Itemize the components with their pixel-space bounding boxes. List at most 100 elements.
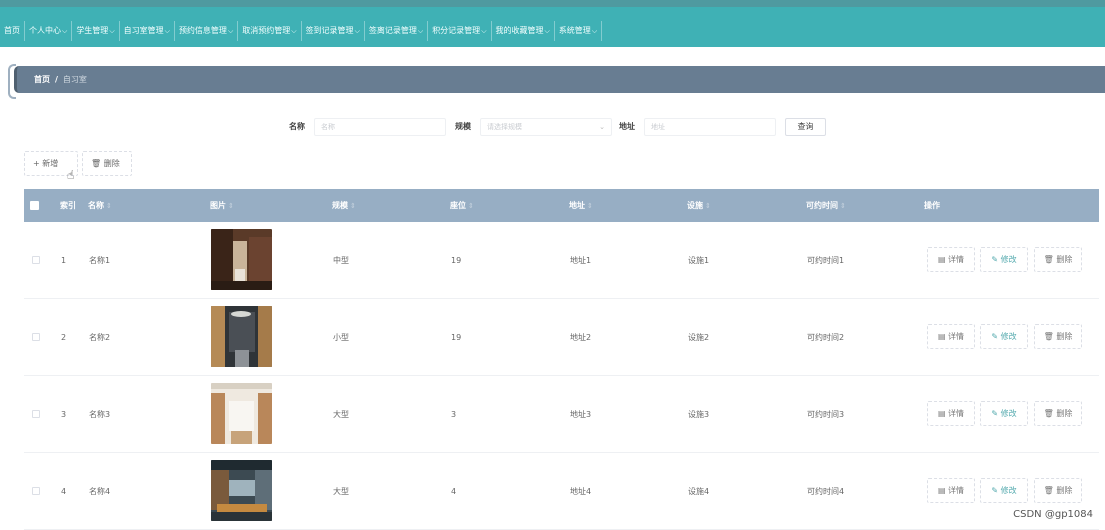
top-navbar: 首页 个人中心⌵ 学生管理⌵ 自习室管理⌵ 预约信息管理⌵ 取消预约管理⌵ 签到… xyxy=(0,0,1105,47)
edit-button[interactable]: ✎ 修改 xyxy=(980,324,1028,349)
document-icon: ▤ xyxy=(937,255,949,264)
col-image[interactable]: 图片 ⇕ xyxy=(210,189,234,222)
col-facilities-label: 设施 xyxy=(687,201,703,210)
detail-button[interactable]: ▤ 详情 xyxy=(927,401,975,426)
study-room-photo-3 xyxy=(211,383,272,444)
document-icon: ▤ xyxy=(937,409,949,418)
pencil-icon: ✎ xyxy=(991,409,1001,418)
nav-item-checkout-management[interactable]: 签离记录管理⌵ xyxy=(365,21,429,41)
cell-time: 可约时间1 xyxy=(807,256,845,265)
table-row: 3 名称3 大型 3 地址3 设施3 可约时间3 ▤ 详情 ✎ 修改 🗑 删除 xyxy=(24,376,1099,453)
scale-select[interactable]: 请选择规模 ⌄ xyxy=(480,118,612,136)
cell-index: 2 xyxy=(61,333,67,342)
nav-item-favorites-management[interactable]: 我的收藏管理⌵ xyxy=(492,21,555,41)
col-scale-label: 规模 xyxy=(332,201,348,210)
pencil-icon: ✎ xyxy=(991,255,1001,264)
nav-item-reservation-management[interactable]: 预约信息管理⌵ xyxy=(175,21,239,41)
row-checkbox[interactable] xyxy=(32,410,40,418)
col-address-label: 地址 xyxy=(569,201,585,210)
cell-seats: 19 xyxy=(451,256,462,265)
sort-icon: ⇕ xyxy=(587,202,593,210)
edit-button[interactable]: ✎ 修改 xyxy=(980,247,1028,272)
sort-icon: ⇕ xyxy=(350,202,356,210)
detail-label: 详情 xyxy=(948,409,965,418)
col-name[interactable]: 名称 ⇕ xyxy=(88,189,112,222)
nav-label: 首页 xyxy=(4,26,20,35)
cell-name: 名称4 xyxy=(89,487,111,496)
breadcrumb-home[interactable]: 首页 xyxy=(34,75,50,84)
study-room-photo-2 xyxy=(211,306,272,367)
table-header: 索引 名称 ⇕ 图片 ⇕ 规模 ⇕ 座位 ⇕ 地址 ⇕ 设施 ⇕ 可约时间 ⇕ 操作 xyxy=(24,189,1099,222)
nav-item-checkin-management[interactable]: 签到记录管理⌵ xyxy=(302,21,365,41)
sort-icon: ⇕ xyxy=(840,202,846,210)
cell-scale: 中型 xyxy=(333,256,349,265)
trash-icon: 🗑 xyxy=(1043,255,1057,264)
pencil-icon: ✎ xyxy=(991,486,1001,495)
col-time[interactable]: 可约时间 ⇕ xyxy=(806,189,846,222)
room-photo xyxy=(211,229,272,290)
cell-seats: 3 xyxy=(451,410,457,419)
col-scale[interactable]: 规模 ⇕ xyxy=(332,189,356,222)
delete-button[interactable]: 🗑 删除 xyxy=(1034,401,1082,426)
row-checkbox[interactable] xyxy=(32,256,40,264)
nav-item-system-management[interactable]: 系统管理⌵ xyxy=(555,21,603,41)
cell-seats: 4 xyxy=(451,487,457,496)
study-room-photo-4 xyxy=(211,460,272,521)
query-button[interactable]: 查询 xyxy=(785,118,826,136)
col-address[interactable]: 地址 ⇕ xyxy=(569,189,593,222)
nav-item-student-management[interactable]: 学生管理⌵ xyxy=(72,21,120,41)
hand-cursor-icon: ☝ xyxy=(67,168,75,182)
nav-label: 自习室管理 xyxy=(123,26,164,35)
edit-button[interactable]: ✎ 修改 xyxy=(980,478,1028,503)
room-photo xyxy=(211,383,272,444)
delete-label: 删除 xyxy=(1056,255,1073,264)
nav-label: 签到记录管理 xyxy=(305,26,354,35)
nav-item-home[interactable]: 首页 xyxy=(0,21,25,41)
room-photo xyxy=(211,460,272,521)
edit-label: 修改 xyxy=(1000,486,1017,495)
row-checkbox[interactable] xyxy=(32,333,40,341)
col-index-label: 索引 xyxy=(60,201,76,210)
table-row: 4 名称4 大型 4 地址4 设施4 可约时间4 ▤ 详情 ✎ 修改 🗑 删除 xyxy=(24,453,1099,530)
detail-button[interactable]: ▤ 详情 xyxy=(927,478,975,503)
detail-button[interactable]: ▤ 详情 xyxy=(927,247,975,272)
sort-icon: ⇕ xyxy=(228,202,234,210)
sort-icon: ⇕ xyxy=(106,202,112,210)
edit-button[interactable]: ✎ 修改 xyxy=(980,401,1028,426)
sort-icon: ⇕ xyxy=(705,202,711,210)
detail-button[interactable]: ▤ 详情 xyxy=(927,324,975,349)
cell-facilities: 设施1 xyxy=(688,256,710,265)
col-seats[interactable]: 座位 ⇕ xyxy=(450,189,474,222)
row-checkbox[interactable] xyxy=(32,487,40,495)
nav-item-study-room-management[interactable]: 自习室管理⌵ xyxy=(120,21,175,41)
col-facilities[interactable]: 设施 ⇕ xyxy=(687,189,711,222)
name-input[interactable]: 名称 xyxy=(314,118,446,136)
delete-button[interactable]: 🗑 删除 xyxy=(1034,478,1082,503)
breadcrumb-separator: / xyxy=(55,75,58,84)
detail-label: 详情 xyxy=(948,486,965,495)
chevron-down-icon: ⌵ xyxy=(417,27,424,35)
col-ops-label: 操作 xyxy=(924,201,940,210)
delete-button[interactable]: 🗑 删除 xyxy=(1034,247,1082,272)
cell-address: 地址4 xyxy=(570,487,592,496)
cell-facilities: 设施2 xyxy=(688,333,710,342)
nav-item-points-management[interactable]: 积分记录管理⌵ xyxy=(428,21,492,41)
select-all-checkbox[interactable] xyxy=(30,201,39,210)
edit-label: 修改 xyxy=(1000,255,1017,264)
batch-delete-button[interactable]: 🗑 删除 xyxy=(82,151,132,176)
delete-label: 删除 xyxy=(1056,409,1073,418)
cell-time: 可约时间3 xyxy=(807,410,845,419)
nav-item-cancel-reservation-management[interactable]: 取消预约管理⌵ xyxy=(238,21,302,41)
nav-item-personal-center[interactable]: 个人中心⌵ xyxy=(25,21,73,41)
breadcrumb-current: 自习室 xyxy=(62,75,87,84)
address-input[interactable]: 地址 xyxy=(644,118,776,136)
col-name-label: 名称 xyxy=(88,201,104,210)
trash-icon: 🗑 xyxy=(1043,332,1057,341)
cell-seats: 19 xyxy=(451,333,462,342)
nav-label: 学生管理 xyxy=(76,26,109,35)
cell-scale: 大型 xyxy=(333,410,349,419)
col-ops: 操作 xyxy=(924,189,940,222)
delete-button[interactable]: 🗑 删除 xyxy=(1034,324,1082,349)
col-index: 索引 xyxy=(60,189,76,222)
cell-name: 名称3 xyxy=(89,410,111,419)
